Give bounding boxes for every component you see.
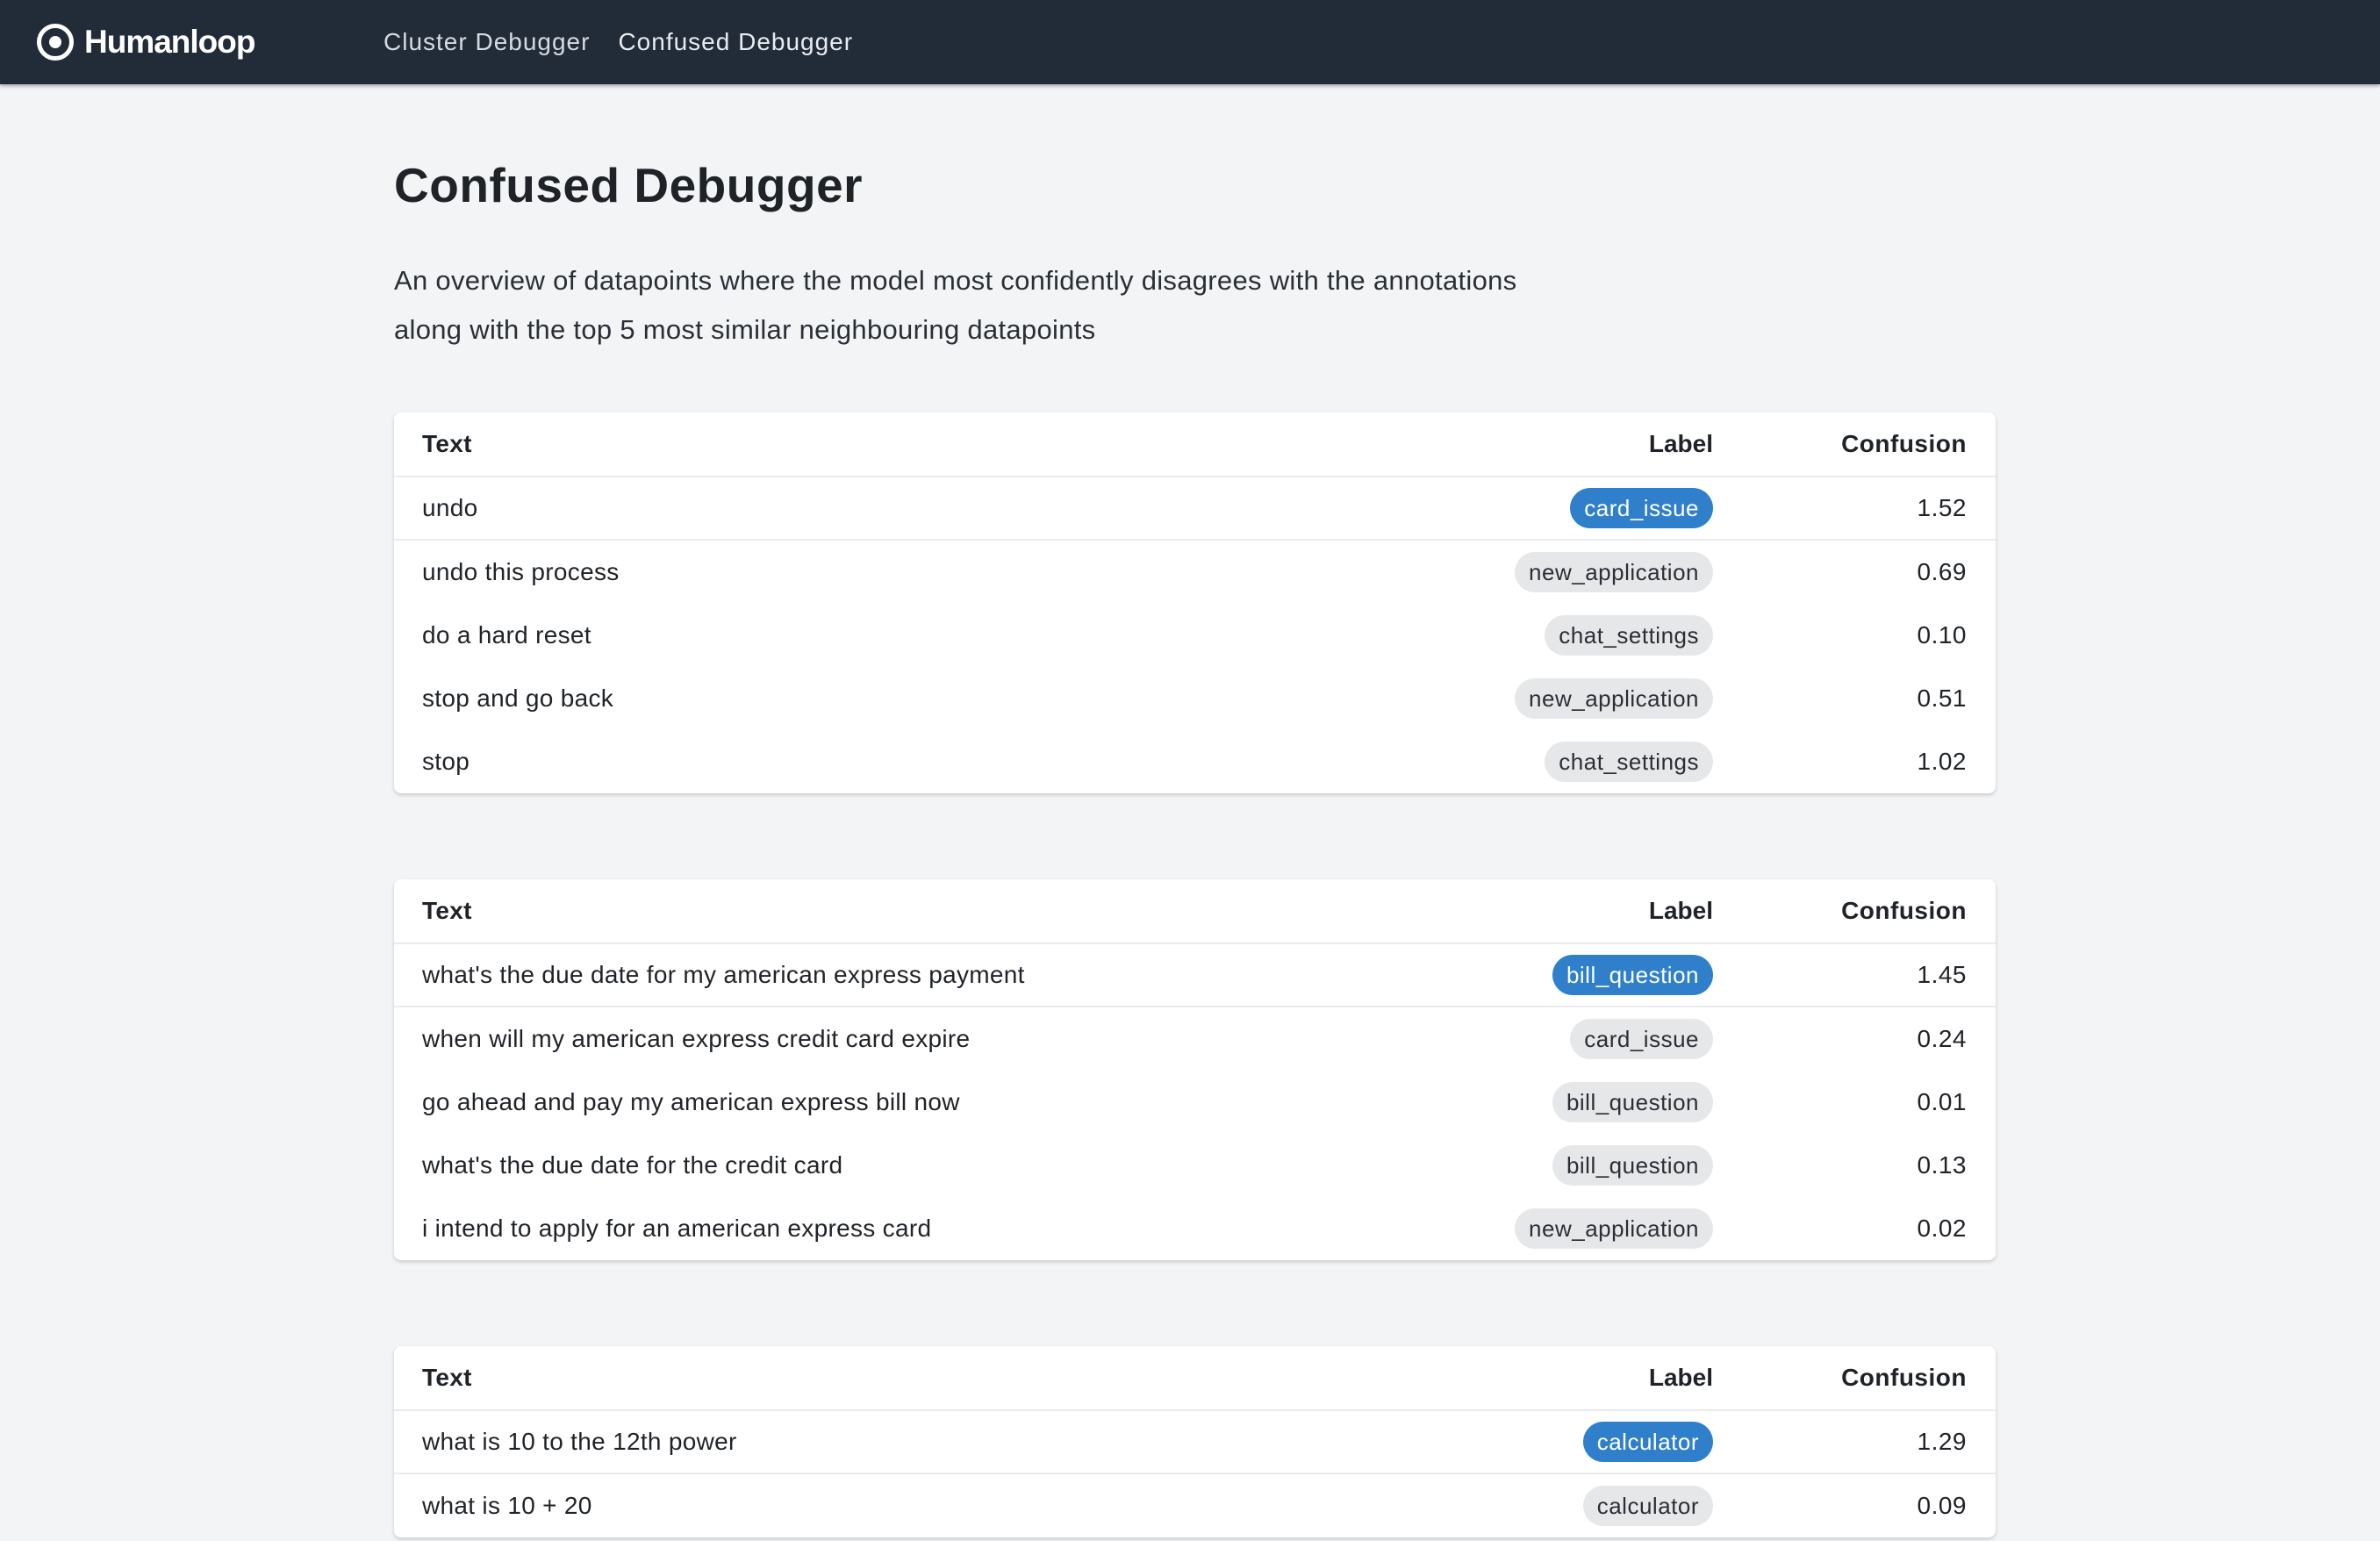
row-label-cell: chat_settings	[1545, 730, 1713, 793]
row-confusion: 0.01	[1917, 1088, 1967, 1115]
row-confusion: 0.24	[1917, 1025, 1967, 1052]
main-content: Confused Debugger An overview of datapoi…	[394, 84, 1996, 1537]
label-pill: card_issue	[1570, 1019, 1713, 1059]
page-title: Confused Debugger	[394, 158, 864, 212]
label-pill: calculator	[1582, 1422, 1713, 1462]
row-text: what is 10 to the 12th power	[422, 1428, 737, 1455]
confusion-table: Text Label Confusion undo card_issue 1.5…	[394, 412, 1996, 793]
label-pill: new_application	[1515, 1208, 1713, 1249]
main-nav: Cluster Debugger Confused Debugger	[384, 0, 881, 84]
label-pill: chat_settings	[1545, 742, 1713, 782]
table-row[interactable]: undo this process new_application 0.69	[394, 541, 1996, 604]
row-label-cell: card_issue	[1570, 1007, 1713, 1071]
row-text: do a hard reset	[422, 621, 591, 649]
row-text: undo	[422, 494, 478, 521]
table-row[interactable]: when will my american express credit car…	[394, 1007, 1996, 1071]
row-confusion: 0.69	[1917, 558, 1967, 585]
row-label-cell: bill_question	[1552, 1071, 1713, 1134]
row-text: i intend to apply for an american expres…	[422, 1215, 932, 1242]
confusion-table: Text Label Confusion what is 10 to the 1…	[394, 1346, 1996, 1537]
brand-name: Humanloop	[84, 24, 255, 60]
confusion-table: Text Label Confusion what's the due date…	[394, 879, 1996, 1260]
table-row[interactable]: go ahead and pay my american express bil…	[394, 1071, 1996, 1134]
label-pill: chat_settings	[1545, 615, 1713, 656]
row-text: undo this process	[422, 558, 620, 585]
table-header-row: Text Label Confusion	[394, 879, 1996, 944]
row-confusion: 0.02	[1917, 1215, 1967, 1242]
row-label-cell: card_issue	[1570, 477, 1713, 539]
column-header-label: Label	[1648, 897, 1713, 924]
label-pill: new_application	[1515, 678, 1713, 719]
table-row-anchor[interactable]: what is 10 to the 12th power calculator …	[394, 1411, 1996, 1474]
nav-link-cluster-debugger[interactable]: Cluster Debugger	[384, 28, 590, 56]
row-text: what's the due date for my american expr…	[422, 961, 1025, 988]
table-row-anchor[interactable]: undo card_issue 1.52	[394, 477, 1996, 541]
table-header-row: Text Label Confusion	[394, 1346, 1996, 1411]
column-header-confusion: Confusion	[1841, 430, 1967, 457]
page-description: An overview of datapoints where the mode…	[394, 256, 1640, 355]
row-text: when will my american express credit car…	[422, 1025, 971, 1052]
brand-logo[interactable]: Humanloop	[37, 21, 255, 63]
column-header-label: Label	[1648, 430, 1713, 457]
column-header-confusion: Confusion	[1841, 1364, 1967, 1391]
row-label-cell: bill_question	[1552, 944, 1713, 1006]
row-text: what is 10 + 20	[422, 1492, 592, 1519]
table-row[interactable]: what is 10 + 20 calculator 0.09	[394, 1474, 1996, 1537]
table-header-row: Text Label Confusion	[394, 412, 1996, 477]
table-row[interactable]: what's the due date for the credit card …	[394, 1134, 1996, 1197]
table-row[interactable]: do a hard reset chat_settings 0.10	[394, 604, 1996, 667]
top-navigation-bar: Humanloop Cluster Debugger Confused Debu…	[0, 0, 2380, 84]
row-text: what's the due date for the credit card	[422, 1151, 843, 1179]
row-label-cell: calculator	[1582, 1474, 1713, 1537]
table-row[interactable]: stop chat_settings 1.02	[394, 730, 1996, 793]
row-label-cell: bill_question	[1552, 1134, 1713, 1197]
row-text: stop and go back	[422, 684, 614, 712]
row-confusion: 0.10	[1917, 621, 1967, 649]
column-header-text: Text	[422, 430, 472, 457]
table-row-anchor[interactable]: what's the due date for my american expr…	[394, 944, 1996, 1007]
page-description-line-1: An overview of datapoints where the mode…	[394, 265, 1517, 296]
row-confusion: 0.09	[1917, 1492, 1967, 1519]
row-label-cell: new_application	[1515, 1197, 1713, 1260]
column-header-label: Label	[1648, 1364, 1713, 1391]
row-confusion: 0.51	[1917, 684, 1967, 712]
row-confusion: 1.45	[1917, 961, 1967, 988]
label-pill: calculator	[1582, 1486, 1713, 1526]
humanloop-logo-icon	[37, 24, 74, 61]
row-text: stop	[422, 748, 470, 775]
row-label-cell: new_application	[1515, 541, 1713, 604]
column-header-text: Text	[422, 1364, 472, 1391]
table-row[interactable]: i intend to apply for an american expres…	[394, 1197, 1996, 1260]
row-label-cell: chat_settings	[1545, 604, 1713, 667]
row-confusion: 1.29	[1917, 1428, 1967, 1455]
label-pill: card_issue	[1570, 488, 1713, 528]
label-pill: bill_question	[1552, 955, 1713, 995]
page-description-line-2: along with the top 5 most similar neighb…	[394, 314, 1096, 345]
label-pill: bill_question	[1552, 1145, 1713, 1186]
label-pill: bill_question	[1552, 1082, 1713, 1122]
column-header-confusion: Confusion	[1841, 897, 1967, 924]
row-label-cell: new_application	[1515, 667, 1713, 730]
label-pill: new_application	[1515, 552, 1713, 592]
row-confusion: 1.02	[1917, 748, 1967, 775]
column-header-text: Text	[422, 897, 472, 924]
nav-link-confused-debugger[interactable]: Confused Debugger	[618, 28, 853, 56]
table-row[interactable]: stop and go back new_application 0.51	[394, 667, 1996, 730]
row-text: go ahead and pay my american express bil…	[422, 1088, 960, 1115]
row-confusion: 0.13	[1917, 1151, 1967, 1179]
row-label-cell: calculator	[1582, 1411, 1713, 1473]
row-confusion: 1.52	[1917, 494, 1967, 521]
